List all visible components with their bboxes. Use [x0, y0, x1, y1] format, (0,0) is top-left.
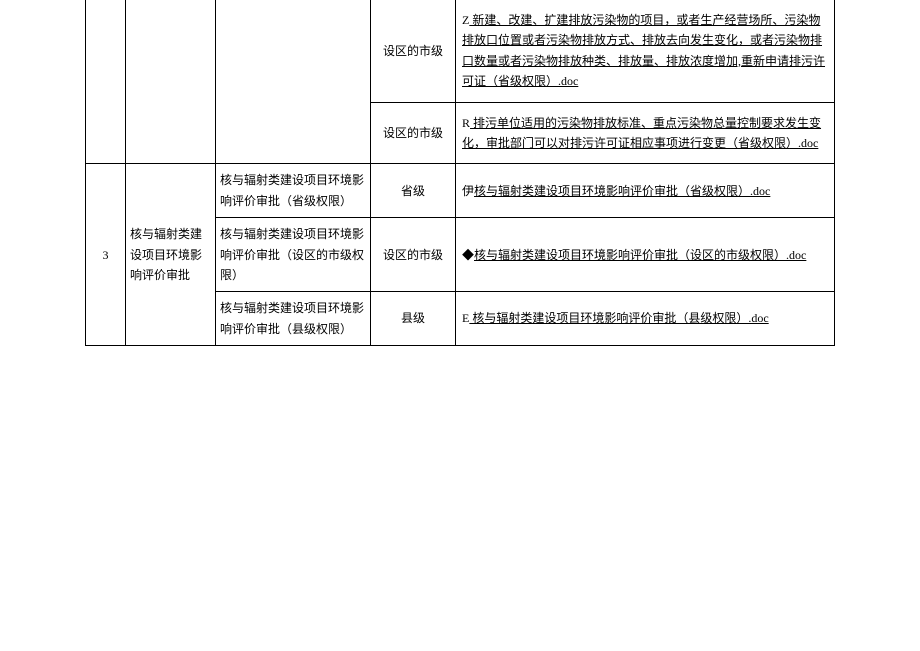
cell-link: ◆核与辐射类建设项目环境影响评价审批（设区的市级权限）.doc [456, 218, 835, 292]
num-text: 3 [103, 248, 109, 262]
cell-subcategory: 核与辐射类建设项目环境影响评价审批（县级权限） [216, 292, 371, 346]
category-text: 核与辐射类建设项目环境影响评价审批 [130, 227, 202, 282]
cell-cat-empty [126, 0, 216, 164]
cell-level: 县级 [371, 292, 456, 346]
subcategory-text: 核与辐射类建设项目环境影响评价审批（省级权限） [220, 173, 364, 207]
document-table-container: 设区的市级 Z 新建、改建、扩建排放污染物的项目，或者生产经营场所、污染物排放口… [0, 0, 920, 346]
cell-link: E 核与辐射类建设项目环境影响评价审批（县级权限）.doc [456, 292, 835, 346]
table-row: 3 核与辐射类建设项目环境影响评价审批 核与辐射类建设项目环境影响评价审批（省级… [86, 164, 835, 218]
cell-subcategory: 核与辐射类建设项目环境影响评价审批（省级权限） [216, 164, 371, 218]
cell-num-empty [86, 0, 126, 164]
subcategory-text: 核与辐射类建设项目环境影响评价审批（设区的市级权限） [220, 227, 364, 282]
doc-link[interactable]: 核与辐射类建设项目环境影响评价审批（县级权限）.doc [469, 311, 768, 325]
doc-link[interactable]: 新建、改建、扩建排放污染物的项目，或者生产经营场所、污染物排放口位置或者污染物排… [462, 13, 825, 88]
cell-level: 设区的市级 [371, 102, 456, 164]
level-text: 设区的市级 [383, 44, 443, 58]
cell-link: Z 新建、改建、扩建排放污染物的项目，或者生产经营场所、污染物排放口位置或者污染… [456, 0, 835, 102]
doc-link[interactable]: 核与辐射类建设项目环境影响评价审批（省级权限）.doc [474, 184, 770, 198]
table-row: 设区的市级 Z 新建、改建、扩建排放污染物的项目，或者生产经营场所、污染物排放口… [86, 0, 835, 102]
level-text: 设区的市级 [383, 126, 443, 140]
cell-link: 伊核与辐射类建设项目环境影响评价审批（省级权限）.doc [456, 164, 835, 218]
cell-sub-empty [216, 0, 371, 164]
cell-subcategory: 核与辐射类建设项目环境影响评价审批（设区的市级权限） [216, 218, 371, 292]
cell-link: R 排污单位适用的污染物排放标准、重点污染物总量控制要求发生变化，审批部门可以对… [456, 102, 835, 164]
cell-level: 省级 [371, 164, 456, 218]
cell-level: 设区的市级 [371, 0, 456, 102]
link-marker: 伊 [462, 184, 474, 198]
cell-level: 设区的市级 [371, 218, 456, 292]
link-marker: ◆ [462, 248, 474, 262]
level-text: 设区的市级 [383, 248, 443, 262]
level-text: 县级 [401, 311, 425, 325]
level-text: 省级 [401, 184, 425, 198]
link-marker: R [462, 116, 470, 130]
cell-category: 核与辐射类建设项目环境影响评价审批 [126, 164, 216, 346]
subcategory-text: 核与辐射类建设项目环境影响评价审批（县级权限） [220, 301, 364, 335]
doc-link[interactable]: 排污单位适用的污染物排放标准、重点污染物总量控制要求发生变化，审批部门可以对排污… [462, 116, 821, 150]
cell-num: 3 [86, 164, 126, 346]
doc-link[interactable]: 核与辐射类建设项目环境影响评价审批（设区的市级权限）.doc [474, 248, 806, 262]
document-table: 设区的市级 Z 新建、改建、扩建排放污染物的项目，或者生产经营场所、污染物排放口… [85, 0, 835, 346]
